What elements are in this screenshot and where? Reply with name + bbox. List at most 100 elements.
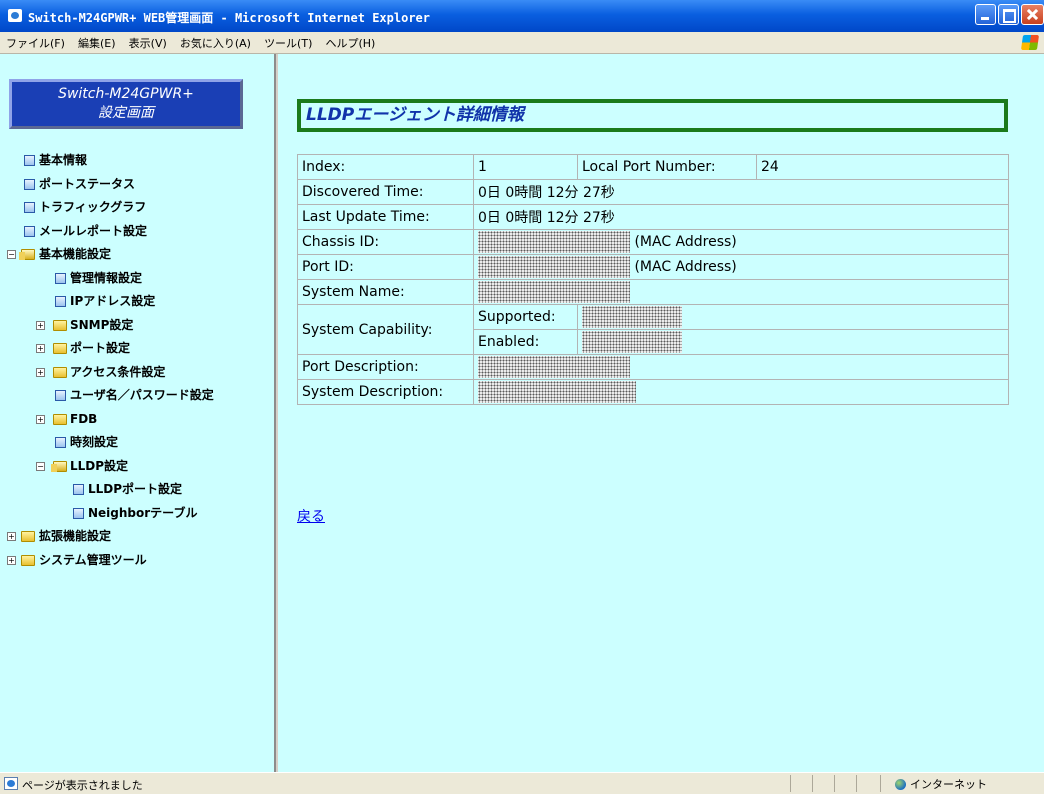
nav-item-label: 時刻設定 <box>70 435 119 449</box>
maximize-button[interactable] <box>998 4 1019 25</box>
nav-item-label: 拡張機能設定 <box>39 529 112 543</box>
nav-item-management-info[interactable]: 管理情報設定 <box>0 267 276 291</box>
nav-item-port-settings[interactable]: + ポート設定 <box>0 337 276 361</box>
nav-item-label: LLDP設定 <box>70 458 129 473</box>
redacted-value <box>478 381 636 403</box>
system-description-label: System Description: <box>297 379 474 405</box>
nav-item-extended-functions[interactable]: + 拡張機能設定 <box>0 525 276 549</box>
nav-item-lldp-port-settings[interactable]: LLDPポート設定 <box>0 478 276 502</box>
status-panel <box>790 775 812 792</box>
minimize-button[interactable] <box>975 4 996 25</box>
menu-favorites[interactable]: お気に入り(A) <box>180 33 251 54</box>
redacted-value <box>582 331 682 353</box>
menu-file[interactable]: ファイル(F) <box>6 33 65 54</box>
nav-item-snmp[interactable]: + SNMP設定 <box>0 314 276 338</box>
nav-item-port-status[interactable]: ポートステータス <box>0 173 276 197</box>
expand-icon[interactable]: + <box>36 414 45 424</box>
folder-icon <box>53 319 67 331</box>
nav-item-label: メールレポート設定 <box>39 223 148 238</box>
chassis-id-type: (MAC Address) <box>634 234 737 250</box>
nav-item-mail-report[interactable]: メールレポート設定 <box>0 220 276 244</box>
page-icon <box>24 202 35 213</box>
last-update-time-value: 0日 0時間 12分 27秒 <box>473 204 1009 230</box>
nav-item-label: アクセス条件設定 <box>70 364 166 379</box>
discovered-time-label: Discovered Time: <box>297 179 474 205</box>
folder-icon <box>53 343 67 354</box>
expand-icon[interactable]: + <box>36 344 45 353</box>
menu-edit[interactable]: 編集(E) <box>78 33 116 54</box>
nav-item-basic-info[interactable]: 基本情報 <box>0 149 276 173</box>
nav-item-system-tools[interactable]: + システム管理ツール <box>0 549 276 573</box>
nav-item-label: Neighborテーブル <box>88 505 198 520</box>
nav-item-time-settings[interactable]: 時刻設定 <box>0 431 276 455</box>
redacted-value <box>478 281 630 303</box>
system-capability-label: System Capability: <box>297 304 474 355</box>
security-zone: インターネット <box>895 776 987 792</box>
expand-icon[interactable]: + <box>7 532 16 541</box>
collapse-icon[interactable]: − <box>36 461 45 471</box>
status-bar: ページが表示されました インターネット <box>0 772 1044 794</box>
nav-item-lldp-settings[interactable]: − LLDP設定 <box>0 455 276 479</box>
table-row: Port Description: <box>297 354 1009 380</box>
system-name-cell <box>473 279 1009 305</box>
table-row: Last Update Time: 0日 0時間 12分 27秒 <box>297 204 1009 230</box>
table-row: System Capability: Supported: <box>297 304 1009 355</box>
index-label: Index: <box>297 154 474 180</box>
port-id-label: Port ID: <box>297 254 474 280</box>
local-port-value: 24 <box>756 154 1009 180</box>
nav-item-basic-functions[interactable]: − 基本機能設定 <box>0 243 276 267</box>
back-link[interactable]: 戻る <box>297 506 325 526</box>
chassis-id-cell: (MAC Address) <box>473 229 1009 255</box>
port-description-cell <box>473 354 1009 380</box>
menu-bar: ファイル(F) 編集(E) 表示(V) お気に入り(A) ツール(T) ヘルプ(… <box>0 32 1044 54</box>
content-frame: LLDPエージェント詳細情報 Index: 1 Local Port Numbe… <box>278 54 1044 772</box>
folder-icon <box>21 554 35 566</box>
page-icon <box>55 437 66 448</box>
page-icon <box>24 155 35 166</box>
nav-item-label: ポート設定 <box>70 341 131 355</box>
menu-help[interactable]: ヘルプ(H) <box>325 33 375 54</box>
port-id-cell: (MAC Address) <box>473 254 1009 280</box>
collapse-icon[interactable]: − <box>7 250 16 259</box>
table-row: Discovered Time: 0日 0時間 12分 27秒 <box>297 179 1009 205</box>
nav-item-label: ユーザ名／パスワード設定 <box>70 388 214 402</box>
nav-item-user-password[interactable]: ユーザ名／パスワード設定 <box>0 384 276 408</box>
menu-tools[interactable]: ツール(T) <box>264 33 312 54</box>
folder-icon <box>53 366 67 378</box>
expand-icon[interactable]: + <box>7 555 16 565</box>
expand-icon[interactable]: + <box>36 367 45 377</box>
nav-item-fdb[interactable]: + FDB <box>0 408 276 432</box>
close-button[interactable] <box>1021 4 1044 25</box>
nav-item-label: 基本機能設定 <box>39 247 112 261</box>
table-row: Port ID: (MAC Address) <box>297 254 1009 280</box>
nav-item-access-conditions[interactable]: + アクセス条件設定 <box>0 361 276 385</box>
page-icon <box>73 484 84 495</box>
nav-item-label: LLDPポート設定 <box>88 482 183 496</box>
page-icon <box>73 507 84 519</box>
redacted-value <box>478 256 630 278</box>
nav-item-traffic-graph[interactable]: トラフィックグラフ <box>0 196 276 220</box>
index-value: 1 <box>473 154 578 180</box>
nav-item-label: システム管理ツール <box>39 552 147 567</box>
ie-page-icon <box>8 9 22 22</box>
nav-item-neighbor-table[interactable]: Neighborテーブル <box>0 502 276 526</box>
table-row: System Description: <box>297 379 1009 405</box>
table-row: Chassis ID: (MAC Address) <box>297 229 1009 255</box>
nav-item-ip-address[interactable]: IPアドレス設定 <box>0 290 276 314</box>
port-id-type: (MAC Address) <box>634 259 737 275</box>
nav-item-label: 管理情報設定 <box>70 270 143 285</box>
menu-view[interactable]: 表示(V) <box>129 33 167 54</box>
title-bar: Switch-M24GPWR+ WEB管理画面 - Microsoft Inte… <box>0 0 1044 32</box>
table-row: Index: 1 Local Port Number: 24 <box>297 154 1009 180</box>
window-title: Switch-M24GPWR+ WEB管理画面 - Microsoft Inte… <box>28 11 431 25</box>
nav-tree: 基本情報 ポートステータス トラフィックグラフ メールレポート設定 − 基本機能… <box>0 149 276 572</box>
nav-item-label: 基本情報 <box>39 153 88 167</box>
status-panel <box>812 775 834 792</box>
product-logo-box[interactable]: Switch-M24GPWR+ 設定画面 <box>9 79 243 129</box>
discovered-time-value: 0日 0時間 12分 27秒 <box>473 179 1009 205</box>
table-row: System Name: <box>297 279 1009 305</box>
navigation-frame: Switch-M24GPWR+ 設定画面 基本情報 ポートステータス トラフィッ… <box>0 54 276 772</box>
expand-icon[interactable]: + <box>36 320 45 330</box>
folder-icon <box>21 531 35 542</box>
folder-icon <box>53 413 67 425</box>
